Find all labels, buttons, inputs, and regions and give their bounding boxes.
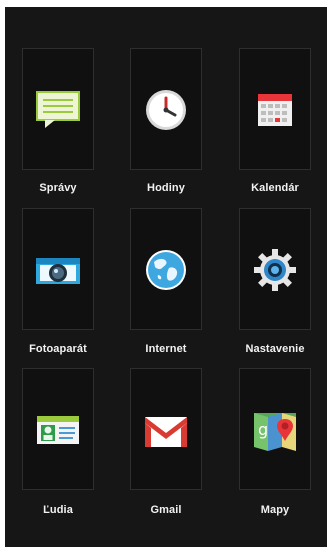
app-label-camera: Fotoaparát: [29, 343, 87, 355]
app-label-messages: Správy: [39, 182, 77, 194]
app-label-gmail: Gmail: [150, 504, 182, 516]
globe-icon: [146, 250, 186, 290]
app-label-maps: Mapy: [260, 504, 290, 516]
messages-icon: [36, 91, 80, 128]
contact-card-icon: [37, 416, 79, 444]
app-drawer: Správy Hodiny Kalendár Fotoaparát Intern…: [5, 7, 327, 547]
app-label-people: Ľudia: [43, 504, 73, 516]
app-label-calendar: Kalendár: [251, 182, 299, 194]
app-tile-maps[interactable]: g: [239, 368, 311, 490]
gear-icon: [254, 249, 296, 291]
clock-icon: [146, 90, 186, 130]
app-tile-calendar[interactable]: [239, 48, 311, 170]
gmail-icon: [145, 417, 187, 447]
app-label-settings: Nastavenie: [245, 343, 305, 355]
app-label-clock: Hodiny: [147, 182, 185, 194]
app-tile-settings[interactable]: [239, 208, 311, 330]
app-tile-internet[interactable]: [130, 208, 202, 330]
svg-text:g: g: [258, 420, 268, 439]
camera-icon: [36, 258, 80, 284]
app-tile-clock[interactable]: [130, 48, 202, 170]
maps-icon: g: [254, 413, 296, 451]
app-tile-messages[interactable]: [22, 48, 94, 170]
app-label-internet: Internet: [145, 343, 187, 355]
calendar-icon: [258, 94, 292, 126]
app-tile-camera[interactable]: [22, 208, 94, 330]
app-tile-people[interactable]: [22, 368, 94, 490]
app-tile-gmail[interactable]: [130, 368, 202, 490]
